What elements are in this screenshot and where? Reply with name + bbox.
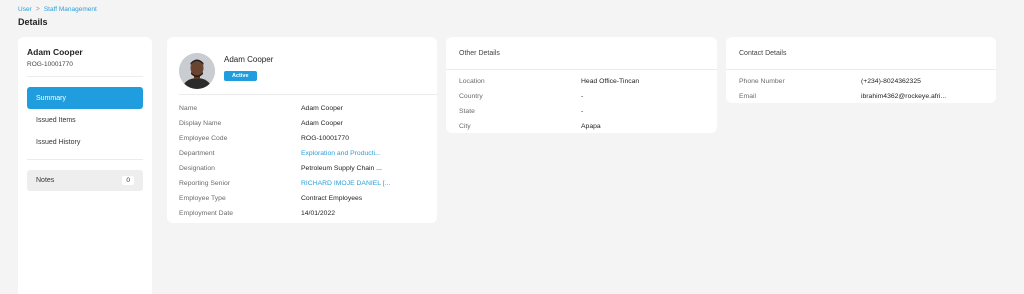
divider — [726, 69, 996, 70]
field-label: Display Name — [179, 120, 222, 127]
field-label: Reporting Senior — [179, 180, 231, 187]
field-label: State — [459, 108, 475, 115]
avatar — [179, 53, 215, 89]
other-details-card: Other Details Location Head Office-Tincan… — [446, 37, 717, 133]
field-row-employee-type: Employee Type Contract Employees — [179, 191, 425, 206]
breadcrumb: User > Staff Management — [18, 6, 97, 13]
field-label: Country — [459, 93, 483, 100]
profile-name: Adam Cooper — [224, 54, 274, 64]
field-value: - — [581, 93, 584, 100]
field-label: Name — [179, 105, 198, 112]
employee-code: ROG-10001770 — [27, 61, 73, 68]
breadcrumb-staff-management[interactable]: Staff Management — [44, 6, 97, 13]
field-row-name: Name Adam Cooper — [179, 101, 425, 116]
field-value: Contract Employees — [301, 195, 363, 202]
field-row-email: Email ibrahim4362@rockeye.afri... — [739, 89, 983, 104]
field-label: Location — [459, 78, 485, 85]
field-row-state: State - — [459, 104, 704, 119]
menu-issued-history[interactable]: Issued History — [27, 131, 143, 153]
menu-issued-items[interactable]: Issued Items — [27, 109, 143, 131]
contact-details-card: Contact Details Phone Number (+234)-80243… — [726, 37, 996, 103]
field-row-department: Department Exploration and Producti... — [179, 146, 425, 161]
field-value: ROG-10001770 — [301, 135, 349, 142]
notes-item[interactable]: Notes 0 — [27, 170, 143, 191]
field-value: ibrahim4362@rockeye.afri... — [861, 93, 947, 100]
field-value: Petroleum Supply Chain ... — [301, 165, 382, 172]
department-link[interactable]: Exploration and Producti... — [301, 150, 381, 157]
field-value: - — [581, 108, 584, 115]
divider — [179, 94, 437, 95]
field-label: Employment Date — [179, 210, 234, 217]
menu-summary[interactable]: Summary — [27, 87, 143, 109]
field-value: Apapa — [581, 123, 601, 130]
contact-details-heading: Contact Details — [739, 50, 787, 57]
field-value: Head Office-Tincan — [581, 78, 640, 85]
field-label: Employee Code — [179, 135, 228, 142]
field-row-display-name: Display Name Adam Cooper — [179, 116, 425, 131]
profile-card: Adam Cooper Active Name Adam Cooper Displ… — [167, 37, 437, 223]
other-details-heading: Other Details — [459, 50, 500, 57]
employee-name: Adam Cooper — [27, 47, 83, 57]
field-row-phone: Phone Number (+234)-8024362325 — [739, 74, 983, 89]
field-value: Adam Cooper — [301, 105, 343, 112]
field-row-reporting-senior: Reporting Senior RICHARD IMOJE DANIEL [..… — [179, 176, 425, 191]
field-label: Email — [739, 93, 756, 100]
status-badge: Active — [224, 70, 257, 81]
field-value: (+234)-8024362325 — [861, 78, 921, 85]
breadcrumb-separator: > — [35, 6, 40, 13]
field-row-employment-date: Employment Date 14/01/2022 — [179, 206, 425, 221]
employee-sidebar: Adam Cooper ROG-10001770 Summary Issued … — [18, 37, 152, 294]
divider — [27, 159, 143, 160]
field-label: Employee Type — [179, 195, 226, 202]
field-value: Adam Cooper — [301, 120, 343, 127]
field-row-employee-code: Employee Code ROG-10001770 — [179, 131, 425, 146]
field-value: 14/01/2022 — [301, 210, 336, 217]
field-label: Phone Number — [739, 78, 785, 85]
field-row-city: City Apapa — [459, 119, 704, 134]
divider — [27, 76, 143, 77]
divider — [446, 69, 717, 70]
field-row-designation: Designation Petroleum Supply Chain ... — [179, 161, 425, 176]
reporting-senior-link[interactable]: RICHARD IMOJE DANIEL [... — [301, 180, 390, 187]
field-label: City — [459, 123, 471, 130]
breadcrumb-user[interactable]: User — [18, 6, 32, 13]
page-title: Details — [18, 17, 48, 27]
field-row-location: Location Head Office-Tincan — [459, 74, 704, 89]
field-label: Department — [179, 150, 215, 157]
notes-count-badge: 0 — [122, 176, 134, 185]
field-row-country: Country - — [459, 89, 704, 104]
field-label: Designation — [179, 165, 215, 172]
notes-label: Notes — [36, 177, 55, 184]
